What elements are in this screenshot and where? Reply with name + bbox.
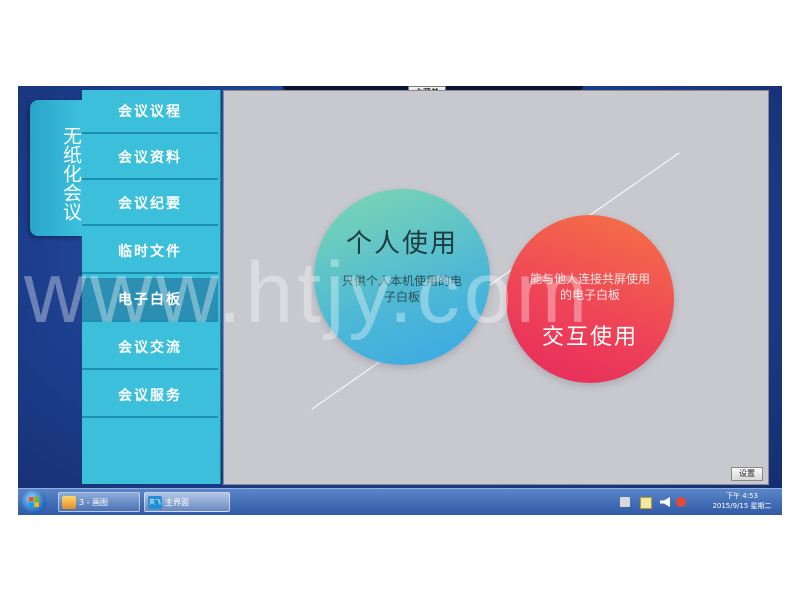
personal-use-description: 只供个人本机使用的电子白板 bbox=[341, 274, 462, 304]
keyboard-icon[interactable] bbox=[620, 497, 630, 507]
app-icon: 英飞 bbox=[148, 496, 162, 509]
sidebar-menu: 会议议程 会议资料 会议纪要 临时文件 电子白板 会议交流 会议服务 bbox=[82, 90, 221, 484]
clock-date: 2015/9/15 星期二 bbox=[712, 502, 772, 510]
network-icon[interactable] bbox=[676, 497, 686, 507]
menu-item-agenda[interactable]: 会议议程 bbox=[82, 90, 218, 134]
app-title-label: 无纸化会议 bbox=[60, 126, 82, 221]
clock-time: 下午 4:53 bbox=[726, 492, 758, 500]
system-tray bbox=[618, 495, 698, 511]
note-icon[interactable] bbox=[640, 497, 652, 509]
personal-use-title: 个人使用 bbox=[345, 229, 458, 259]
whiteboard-panel: 个人使用 只供个人本机使用的电子白板 能与他人连接共屏使用的电子白板 交互使用 bbox=[223, 90, 769, 485]
desktop-screen: 主菜单 无纸化会议 会议议程 会议资料 会议纪要 临时文件 电子白板 会议交流 … bbox=[18, 86, 782, 514]
interactive-use-button[interactable]: 能与他人连接共屏使用的电子白板 交互使用 bbox=[506, 215, 674, 383]
taskbar-item-main[interactable]: 英飞 主界面 bbox=[144, 492, 230, 512]
personal-use-button[interactable]: 个人使用 只供个人本机使用的电子白板 bbox=[314, 189, 490, 365]
menu-item-services[interactable]: 会议服务 bbox=[82, 374, 218, 418]
interactive-use-title: 交互使用 bbox=[541, 325, 638, 350]
menu-item-minutes[interactable]: 会议纪要 bbox=[82, 182, 218, 226]
divider-line bbox=[311, 152, 680, 410]
app-title-tab[interactable]: 无纸化会议 bbox=[30, 100, 82, 236]
clock[interactable]: 下午 4:53 2015/9/15 星期二 bbox=[706, 491, 778, 511]
menu-item-materials[interactable]: 会议资料 bbox=[82, 136, 218, 180]
menu-item-temp-files[interactable]: 临时文件 bbox=[82, 230, 218, 274]
volume-icon[interactable] bbox=[660, 497, 670, 507]
taskbar-item-label: 主界面 bbox=[165, 498, 189, 507]
start-button[interactable] bbox=[22, 490, 46, 514]
settings-button[interactable]: 设置 bbox=[731, 467, 763, 481]
taskbar-item-paint[interactable]: 3 - 画图 bbox=[58, 492, 140, 512]
menu-item-whiteboard[interactable]: 电子白板 bbox=[82, 278, 218, 322]
taskbar: 3 - 画图 英飞 主界面 下午 4:53 2015/9/15 星期二 bbox=[18, 488, 782, 515]
taskbar-item-label: 3 - 画图 bbox=[79, 498, 109, 507]
interactive-use-description: 能与他人连接共屏使用的电子白板 bbox=[529, 272, 650, 302]
menu-item-communication[interactable]: 会议交流 bbox=[82, 326, 218, 370]
windows-logo-icon bbox=[29, 497, 39, 507]
paint-icon bbox=[62, 496, 76, 509]
